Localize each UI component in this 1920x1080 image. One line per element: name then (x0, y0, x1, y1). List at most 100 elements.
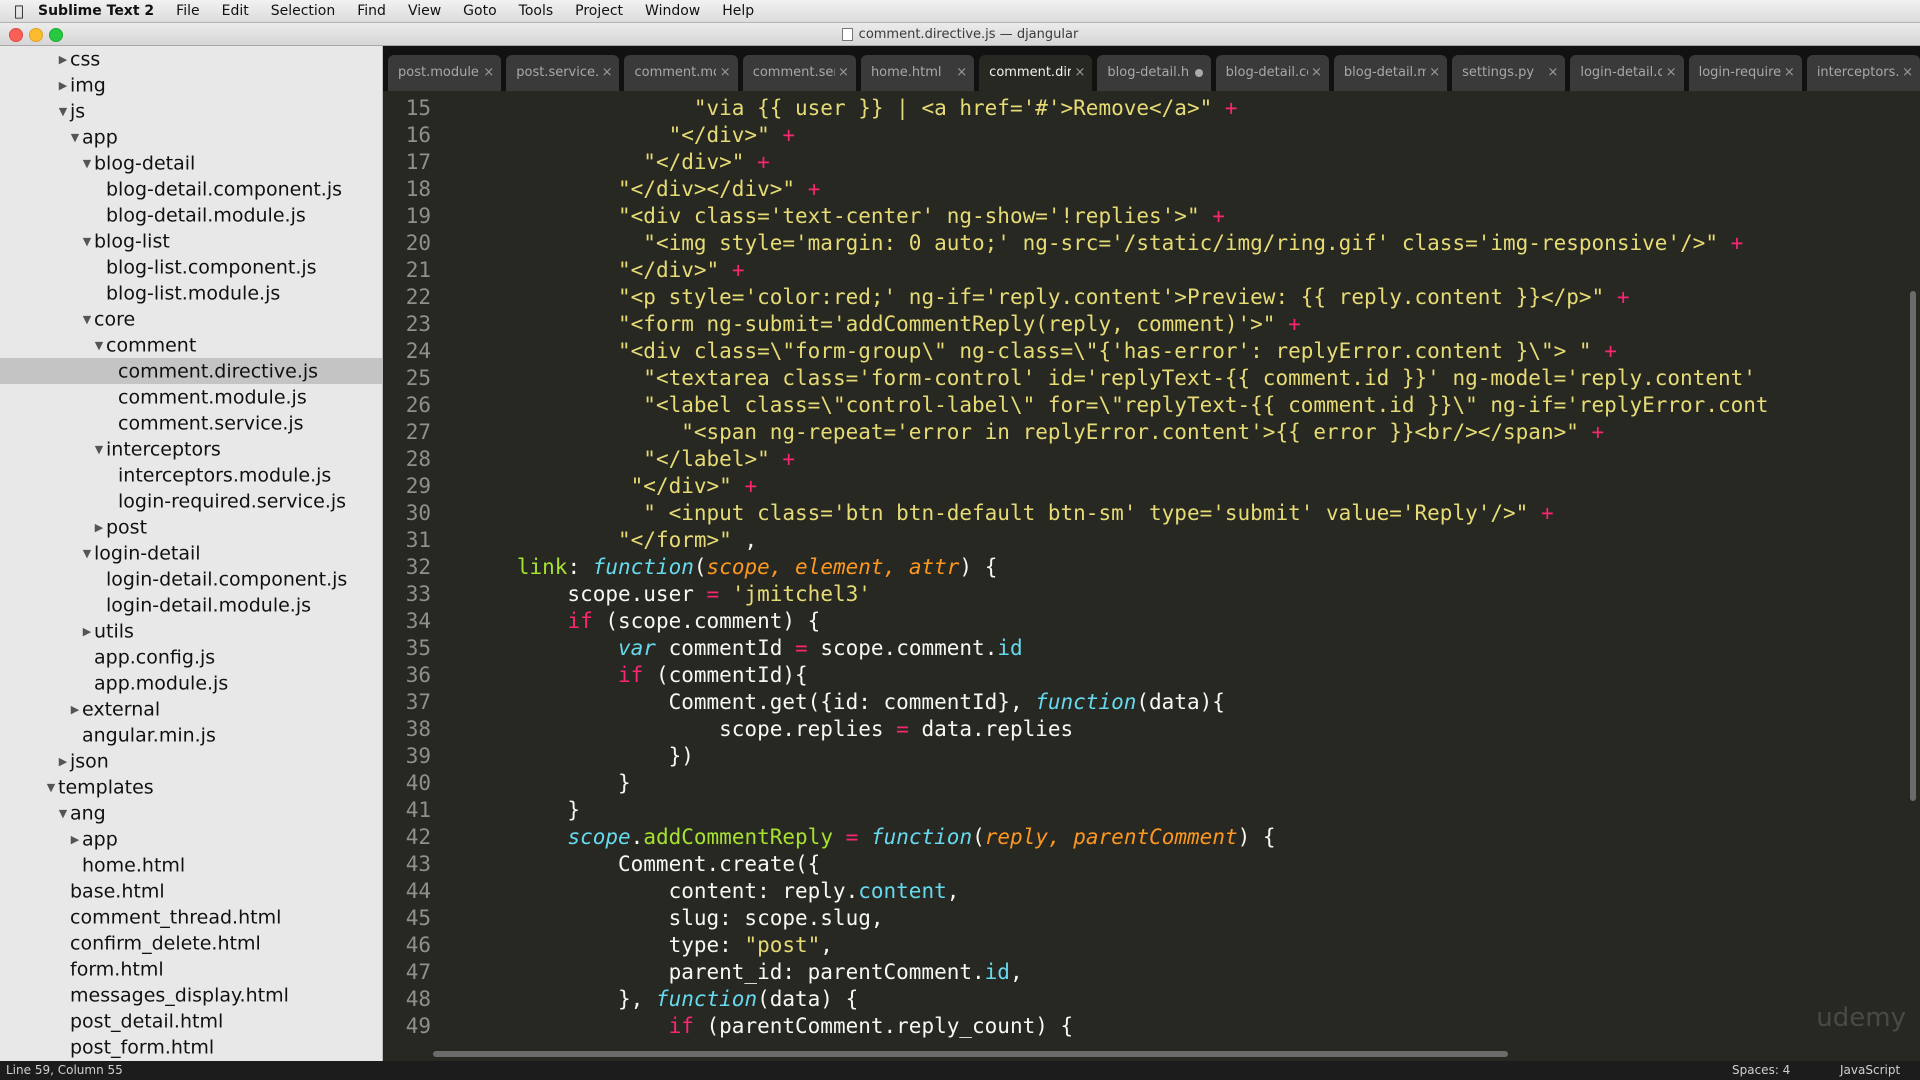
code-line[interactable]: var commentId = scope.comment.id (441, 635, 1023, 662)
tab-settings-py[interactable]: settings.py × (1452, 55, 1566, 91)
close-tab-icon[interactable]: × (1666, 55, 1677, 91)
code-line[interactable]: }) (441, 743, 694, 770)
file-item[interactable]: comment_thread.html (0, 904, 382, 930)
tab-blog-detail-ht[interactable]: blog-detail.ht (1097, 55, 1211, 91)
folder-item[interactable]: ▼ comment (0, 332, 382, 358)
code-line[interactable]: "<div class='text-center' ng-show='!repl… (441, 203, 1225, 230)
menu-project[interactable]: Project (575, 3, 623, 19)
folder-item[interactable]: ▼ templates (0, 774, 382, 800)
zoom-window-button[interactable] (49, 28, 63, 42)
disclosure-expanded-icon[interactable]: ▼ (92, 437, 106, 463)
code-line[interactable]: "</label>" + (441, 446, 795, 473)
tab-post-module-j[interactable]: post.module.j × (388, 55, 502, 91)
code-line[interactable]: "via {{ user }} | <a href='#'>Remove</a>… (441, 95, 1238, 122)
menu-selection[interactable]: Selection (271, 3, 336, 19)
close-tab-icon[interactable]: × (1075, 55, 1086, 91)
menu-help[interactable]: Help (722, 3, 754, 19)
disclosure-expanded-icon[interactable]: ▼ (56, 801, 70, 827)
file-item[interactable]: post_form.html (0, 1034, 382, 1060)
close-tab-icon[interactable]: × (1429, 55, 1440, 91)
file-item[interactable]: post_detail.html (0, 1008, 382, 1034)
code-line[interactable]: "<div class=\"form-group\" ng-class=\"{'… (441, 338, 1617, 365)
folder-item[interactable]: ▼ blog-list (0, 228, 382, 254)
file-item[interactable]: login-detail.module.js (0, 592, 382, 618)
file-item[interactable]: login-required.service.js (0, 488, 382, 514)
file-item[interactable]: blog-list.component.js (0, 254, 382, 280)
file-item[interactable]: messages_display.html (0, 982, 382, 1008)
code-line[interactable]: if (parentComment.reply_count) { (441, 1013, 1074, 1040)
code-line[interactable]: scope.replies = data.replies (441, 716, 1073, 743)
folder-item[interactable]: ▶ external (0, 696, 382, 722)
folder-item[interactable]: ▶ css (0, 46, 382, 72)
file-item[interactable]: base.html (0, 878, 382, 904)
close-tab-icon[interactable]: × (838, 55, 849, 91)
code-line[interactable]: if (scope.comment) { (441, 608, 820, 635)
tab-interceptors-n[interactable]: interceptors.n × (1806, 55, 1920, 91)
file-item[interactable]: blog-detail.module.js (0, 202, 382, 228)
code-line[interactable]: }, function(data) { (441, 986, 858, 1013)
close-window-button[interactable] (9, 28, 23, 42)
close-tab-icon[interactable]: × (1547, 55, 1558, 91)
close-tab-icon[interactable]: × (483, 55, 494, 91)
file-item[interactable]: interceptors.module.js (0, 462, 382, 488)
code-line[interactable]: "</div>" + (441, 257, 744, 284)
disclosure-collapsed-icon[interactable]: ▶ (92, 515, 106, 541)
code-line[interactable]: "</div></div>" + (441, 176, 820, 203)
tab-login-require[interactable]: login-require × (1688, 55, 1802, 91)
app-menu[interactable]: Sublime Text 2 (38, 3, 154, 19)
code-line[interactable]: scope.user = 'jmitchel3' (441, 581, 870, 608)
disclosure-collapsed-icon[interactable]: ▶ (68, 827, 82, 853)
folder-item[interactable]: ▼ app (0, 124, 382, 150)
file-item[interactable]: login-detail.component.js (0, 566, 382, 592)
code-line[interactable]: "</div>" + (441, 473, 757, 500)
code-line[interactable]: " <input class='btn btn-default btn-sm' … (441, 500, 1553, 527)
folder-item[interactable]: ▶ img (0, 72, 382, 98)
menu-tools[interactable]: Tools (519, 3, 554, 19)
file-item[interactable]: comment.service.js (0, 410, 382, 436)
code-line[interactable]: "</form>" , (441, 527, 757, 554)
menu-file[interactable]: File (176, 3, 199, 19)
disclosure-expanded-icon[interactable]: ▼ (80, 229, 94, 255)
file-item[interactable]: blog-detail.component.js (0, 176, 382, 202)
tab-login-detail-c[interactable]: login-detail.c × (1570, 55, 1684, 91)
menu-edit[interactable]: Edit (222, 3, 249, 19)
folder-item[interactable]: ▼ core (0, 306, 382, 332)
code-line[interactable]: "</div>" + (441, 122, 795, 149)
file-item[interactable]: form.html (0, 956, 382, 982)
close-tab-icon[interactable]: × (1784, 55, 1795, 91)
file-item[interactable]: confirm_delete.html (0, 930, 382, 956)
code-line[interactable]: "<form ng-submit='addCommentReply(reply,… (441, 311, 1301, 338)
file-item[interactable]: app.config.js (0, 644, 382, 670)
disclosure-expanded-icon[interactable]: ▼ (44, 775, 58, 801)
code-line[interactable]: link: function(scope, element, attr) { (441, 554, 998, 581)
file-item[interactable]: comment.module.js (0, 384, 382, 410)
file-item[interactable]: angular.min.js (0, 722, 382, 748)
tab-comment-dire[interactable]: comment.dire × (979, 55, 1093, 91)
disclosure-collapsed-icon[interactable]: ▶ (56, 749, 70, 775)
tab-comment-mo[interactable]: comment.mo × (624, 55, 738, 91)
menu-window[interactable]: Window (645, 3, 700, 19)
tab-home-html[interactable]: home.html × (860, 55, 975, 91)
disclosure-expanded-icon[interactable]: ▼ (80, 541, 94, 567)
unsaved-dot-icon[interactable] (1194, 69, 1203, 77)
folder-item[interactable]: ▶ json (0, 748, 382, 774)
folder-item[interactable]: ▼ blog-detail (0, 150, 382, 176)
disclosure-collapsed-icon[interactable]: ▶ (68, 697, 82, 723)
code-line[interactable]: "<textarea class='form-control' id='repl… (441, 365, 1756, 392)
disclosure-expanded-icon[interactable]: ▼ (92, 333, 106, 359)
code-line[interactable]: type: "post", (441, 932, 833, 959)
code-line[interactable]: if (commentId){ (441, 662, 808, 689)
folder-item[interactable]: ▶ post (0, 514, 382, 540)
code-line[interactable]: Comment.create({ (441, 851, 820, 878)
file-item[interactable]: home.html (0, 852, 382, 878)
menu-goto[interactable]: Goto (463, 3, 496, 19)
disclosure-collapsed-icon[interactable]: ▶ (80, 619, 94, 645)
file-item[interactable]: blog-list.module.js (0, 280, 382, 306)
folder-item[interactable]: ▼ js (0, 98, 382, 124)
code-editor[interactable]: 15 16 17 18 19 20 21 22 23 24 25 26 27 28 29 30 31 32 33 34… (383, 91, 1920, 1061)
vertical-scrollbar[interactable] (1910, 291, 1916, 801)
code-line[interactable]: "<label class=\"control-label\" for=\"re… (441, 392, 1768, 419)
file-item[interactable]: comment.directive.js (0, 358, 382, 384)
menu-find[interactable]: Find (357, 3, 386, 19)
horizontal-scrollbar[interactable] (433, 1051, 1508, 1057)
